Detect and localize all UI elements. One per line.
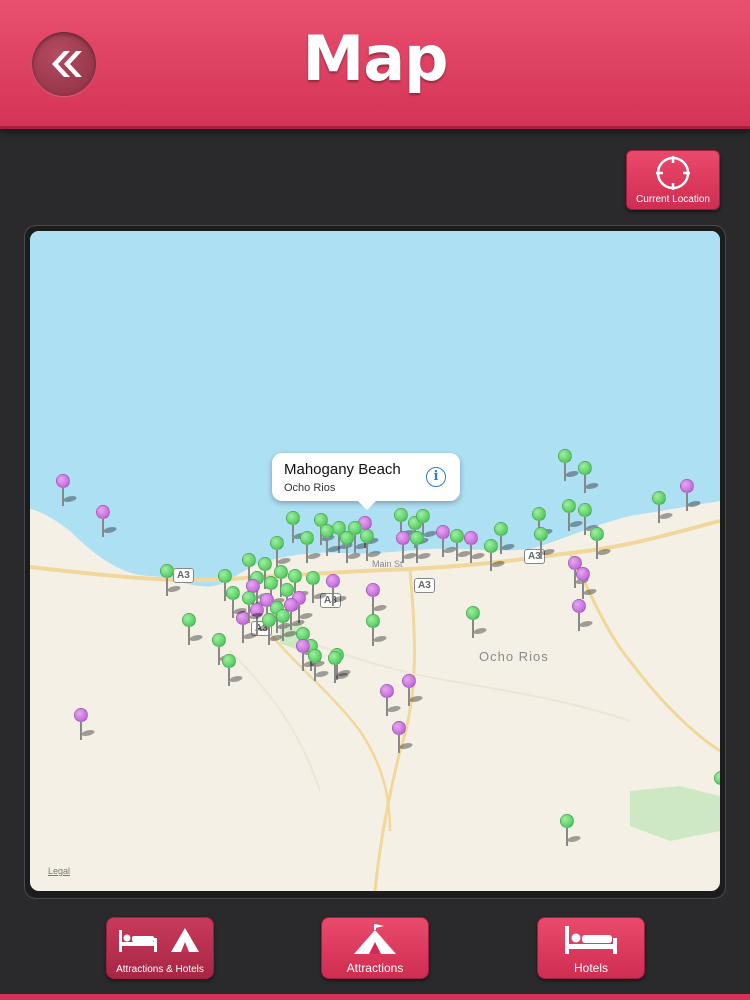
hotel-pin[interactable] bbox=[402, 674, 425, 710]
tab-label: Attractions & Hotels bbox=[116, 964, 204, 975]
bed-icon bbox=[565, 926, 617, 954]
attraction-pin[interactable] bbox=[328, 651, 351, 687]
hotel-pin[interactable] bbox=[74, 708, 97, 744]
attraction-pin[interactable] bbox=[308, 649, 331, 685]
hotel-pin[interactable] bbox=[96, 505, 119, 541]
attraction-pin[interactable] bbox=[714, 771, 720, 807]
attraction-pin[interactable] bbox=[360, 529, 383, 565]
road-label-a3: A3 bbox=[173, 568, 194, 583]
attraction-pin[interactable] bbox=[366, 614, 389, 650]
town-label: Ocho Rios bbox=[479, 649, 549, 664]
attraction-pin[interactable] bbox=[466, 606, 489, 642]
attraction-pin[interactable] bbox=[590, 527, 613, 563]
hotel-pin[interactable] bbox=[572, 599, 595, 635]
tab-attractions[interactable]: Attractions bbox=[321, 917, 429, 979]
map-callout[interactable]: Mahogany Beach Ocho Rios i bbox=[272, 453, 460, 510]
attraction-pin[interactable] bbox=[578, 461, 601, 497]
hotel-pin[interactable] bbox=[284, 598, 307, 634]
tent-icon bbox=[354, 924, 396, 954]
current-location-label: Current Location bbox=[636, 194, 710, 205]
attraction-pin[interactable] bbox=[226, 586, 249, 622]
hotel-pin[interactable] bbox=[576, 567, 599, 603]
attraction-pin[interactable] bbox=[160, 564, 183, 600]
bed-and-tent-icon bbox=[119, 928, 199, 952]
callout-title: Mahogany Beach bbox=[284, 461, 401, 478]
hotel-pin[interactable] bbox=[392, 721, 415, 757]
attraction-pin[interactable] bbox=[182, 613, 205, 649]
tab-hotels[interactable]: Hotels bbox=[537, 917, 645, 979]
attraction-pin[interactable] bbox=[558, 449, 581, 485]
attraction-pin[interactable] bbox=[484, 539, 507, 575]
legal-link[interactable]: Legal bbox=[48, 866, 70, 876]
hotel-pin[interactable] bbox=[680, 479, 703, 515]
hotel-pin[interactable] bbox=[326, 574, 349, 610]
attraction-pin[interactable] bbox=[652, 491, 675, 527]
map-view[interactable]: A3 A3 A3 A3 A3 Main St Ocho Rios Legal M… bbox=[30, 231, 720, 891]
tab-label: Attractions bbox=[346, 961, 404, 975]
crosshair-icon bbox=[656, 156, 690, 190]
info-icon[interactable]: i bbox=[426, 467, 446, 487]
tab-attractions-and-hotels[interactable]: Attractions & Hotels bbox=[106, 917, 214, 979]
attraction-pin[interactable] bbox=[562, 499, 585, 535]
attraction-pin[interactable] bbox=[300, 531, 323, 567]
attraction-pin[interactable] bbox=[286, 511, 309, 547]
attraction-pin[interactable] bbox=[320, 524, 343, 560]
hotel-pin[interactable] bbox=[436, 525, 459, 561]
hotel-pin[interactable] bbox=[56, 474, 79, 510]
tab-label: Hotels bbox=[573, 961, 608, 975]
attraction-pin[interactable] bbox=[560, 814, 583, 850]
hotel-pin[interactable] bbox=[396, 531, 419, 567]
page-title: Map bbox=[302, 22, 449, 95]
attraction-pin[interactable] bbox=[450, 529, 473, 565]
hotel-pin[interactable] bbox=[380, 684, 403, 720]
road-label-a3: A3 bbox=[414, 578, 435, 593]
bottom-bar bbox=[0, 994, 750, 1000]
callout-subtitle: Ocho Rios bbox=[284, 482, 336, 494]
current-location-button[interactable]: Current Location bbox=[626, 150, 720, 210]
attraction-pin[interactable] bbox=[222, 654, 245, 690]
attraction-pin[interactable] bbox=[306, 571, 329, 607]
attraction-pin[interactable] bbox=[534, 527, 557, 563]
hotel-pin[interactable] bbox=[464, 531, 487, 567]
attraction-pin[interactable] bbox=[262, 613, 285, 649]
attraction-pin[interactable] bbox=[410, 531, 433, 567]
header-bar: Map bbox=[0, 0, 750, 129]
